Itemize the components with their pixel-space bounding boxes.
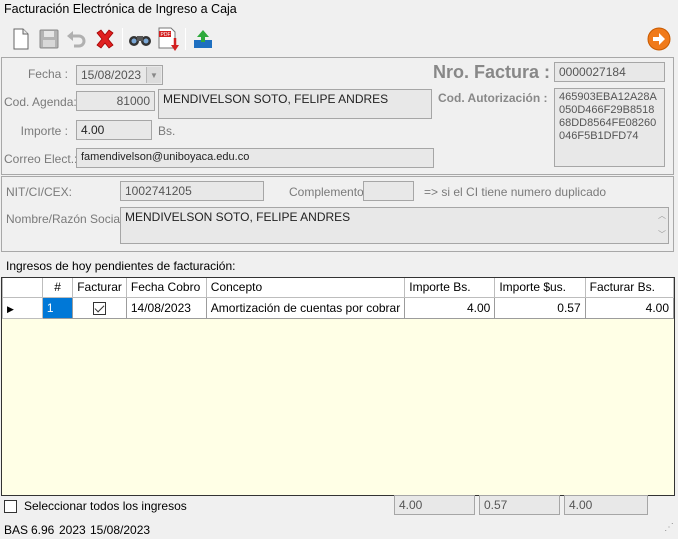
fecha-cobro-cell[interactable]: 14/08/2023 <box>125 296 207 319</box>
delete-button[interactable] <box>92 26 118 52</box>
importe-unit: Bs. <box>158 124 176 138</box>
facturar-checkbox-cell[interactable] <box>72 296 127 319</box>
undo-icon <box>67 31 86 48</box>
importe-us-cell[interactable]: 0.57 <box>494 296 586 319</box>
cod-agenda-label: Cod. Agenda: <box>4 95 77 109</box>
column-header[interactable]: Importe Bs. <box>404 278 496 298</box>
nit-label: NIT/CI/CEX: <box>6 185 73 199</box>
save-button[interactable] <box>36 26 62 52</box>
importe-field[interactable]: 4.00 <box>76 120 152 140</box>
razon-social-label: Nombre/Razón Social : <box>6 212 130 226</box>
fecha-value: 15/08/2023 <box>81 68 142 82</box>
status-bar: BAS 6.96 2023 15/08/2023 ⋰ <box>0 518 678 539</box>
cod-autorizacion-line: 050D466F29B8518 <box>559 104 655 116</box>
total-importe-bs: 4.00 <box>394 495 475 515</box>
complemento-field[interactable] <box>363 181 414 201</box>
scroll-down-icon[interactable]: ﹀ <box>658 229 666 240</box>
window-title: Facturación Electrónica de Ingreso a Caj… <box>4 2 237 16</box>
nit-field[interactable]: 1002741205 <box>120 181 264 201</box>
nro-factura-label: Nro. Factura : <box>433 62 551 82</box>
complemento-label: Complemento: <box>289 185 368 199</box>
column-header[interactable]: # <box>41 278 74 298</box>
total-facturar-bs: 4.00 <box>564 495 648 515</box>
row-selector[interactable]: ▶ <box>2 296 43 319</box>
status-date: 15/08/2023 <box>90 523 151 537</box>
scroll-up-icon[interactable]: ︿ <box>658 210 666 221</box>
fecha-label: Fecha : <box>27 67 68 81</box>
new-document-button[interactable] <box>8 26 34 52</box>
undo-button[interactable] <box>63 26 89 52</box>
pdf-download-icon: PDF <box>158 27 179 51</box>
nro-factura-field: 0000027184 <box>554 62 665 82</box>
status-system: BAS <box>4 523 29 537</box>
correo-label: Correo Elect.: <box>4 152 78 166</box>
exit-button[interactable] <box>646 26 672 52</box>
column-header[interactable]: Fecha Cobro <box>125 278 207 298</box>
export-button[interactable] <box>190 26 216 52</box>
cod-agenda-field[interactable]: 81000 <box>76 91 155 111</box>
fecha-datepicker[interactable]: 15/08/2023 ▼ <box>76 65 163 85</box>
cod-autorizacion-field: 465903EBA12A28A 050D466F29B8518 68DD8564… <box>554 88 665 167</box>
status-year: 2023 <box>59 523 86 537</box>
razon-social-field[interactable]: MENDIVELSON SOTO, FELIPE ANDRES ︿ ﹀ <box>120 207 669 244</box>
svg-text:PDF: PDF <box>161 32 171 38</box>
table-header-row: # Facturar Fecha Cobro Concepto Importe … <box>2 278 675 298</box>
pending-income-title: Ingresos de hoy pendientes de facturació… <box>6 259 236 273</box>
resize-grip-icon[interactable]: ⋰ <box>664 522 674 533</box>
binoculars-icon <box>129 36 151 46</box>
pending-income-grid[interactable]: # Facturar Fecha Cobro Concepto Importe … <box>1 277 675 496</box>
importe-bs-cell[interactable]: 4.00 <box>404 296 496 319</box>
table-row[interactable]: ▶ 1 14/08/2023 Amortización de cuentas p… <box>2 296 675 319</box>
select-all-control[interactable]: Seleccionar todos los ingresos <box>4 499 187 513</box>
column-header[interactable]: Importe $us. <box>494 278 586 298</box>
toolbar: PDF <box>0 24 678 54</box>
export-icon <box>194 30 212 48</box>
select-all-checkbox[interactable] <box>4 499 17 513</box>
new-document-icon <box>13 28 29 50</box>
concepto-cell[interactable]: Amortización de cuentas por cobrar <box>205 296 406 319</box>
cod-autorizacion-line: 465903EBA12A28A <box>559 91 657 103</box>
facturar-bs-cell[interactable]: 4.00 <box>584 296 675 319</box>
row-number-cell[interactable]: 1 <box>41 296 74 319</box>
importe-label: Importe : <box>20 124 68 138</box>
column-header[interactable]: Concepto <box>205 278 406 298</box>
cod-agenda-name: MENDIVELSON SOTO, FELIPE ANDRES <box>158 89 432 119</box>
column-header[interactable]: Facturar Bs. <box>584 278 675 298</box>
select-all-label: Seleccionar todos los ingresos <box>24 499 187 513</box>
delete-icon <box>96 29 114 49</box>
status-version: 6.96 <box>31 523 55 537</box>
save-icon <box>39 29 59 49</box>
pdf-button[interactable]: PDF <box>156 26 182 52</box>
cod-autorizacion-label: Cod. Autorización : <box>438 91 548 105</box>
complemento-hint: => si el CI tiene numero duplicado <box>424 185 607 199</box>
cod-autorizacion-line: 68DD8564FE08260 <box>559 117 657 129</box>
search-button[interactable] <box>127 26 153 52</box>
total-importe-us: 0.57 <box>479 495 560 515</box>
data-table: # Facturar Fecha Cobro Concepto Importe … <box>2 278 675 319</box>
razon-social-value: MENDIVELSON SOTO, FELIPE ANDRES <box>125 210 351 224</box>
chevron-down-icon: ▼ <box>146 67 161 83</box>
column-header[interactable]: Facturar <box>72 278 127 298</box>
facturar-checkbox[interactable] <box>93 301 107 315</box>
cod-autorizacion-line: 046F5B1DFD74 <box>559 130 639 142</box>
row-header-corner <box>2 278 43 298</box>
exit-arrow-icon <box>647 27 671 51</box>
correo-field[interactable]: famendivelson@uniboyaca.edu.co <box>76 148 434 168</box>
current-row-arrow-icon: ▶ <box>7 303 14 314</box>
